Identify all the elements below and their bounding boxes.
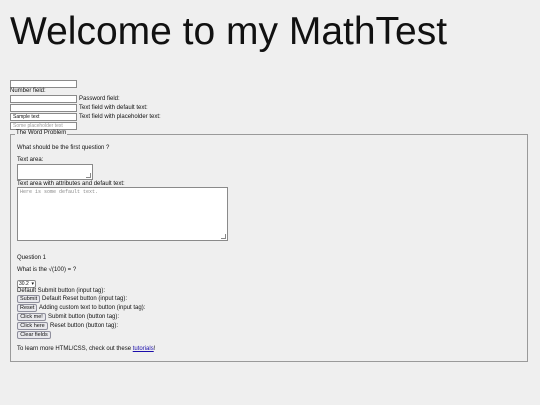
reset-button-tag-label: Reset button (button tag): — [50, 323, 119, 329]
resize-grip-icon[interactable] — [221, 234, 226, 239]
number-field-label: Number field: — [10, 88, 46, 94]
text-placeholder-label: Text field with placeholder text: — [79, 114, 161, 120]
text-area-label: Text area: — [17, 157, 44, 163]
answer-select[interactable]: 30.2 ▾ — [17, 280, 36, 288]
text-default-field[interactable]: Sample text — [10, 113, 77, 121]
text-placeholder-field[interactable]: Some placeholder text — [10, 122, 77, 130]
submit-button-tag-label: Submit button (button tag): — [48, 314, 120, 320]
question-text: What is the √(100) = ? — [17, 267, 77, 273]
learn-more-text: To learn more HTML/CSS, check out these … — [17, 346, 155, 353]
number-field[interactable] — [10, 80, 77, 88]
chevron-down-icon: ▾ — [31, 281, 34, 287]
learn-more-suffix: ! — [153, 346, 156, 352]
first-question-text: What should be the first question ? — [17, 145, 110, 151]
default-reset-label: Default Reset button (input tag): — [42, 296, 128, 302]
text-area-with-default[interactable]: Here is some default text. — [17, 187, 228, 241]
tutorials-link[interactable]: tutorials — [133, 346, 154, 352]
clear-fields-button[interactable]: Clear fields — [17, 331, 51, 339]
learn-more-prefix: To learn more HTML/CSS, check out these — [17, 346, 133, 352]
page-title: Welcome to my MathTest — [10, 10, 448, 53]
text-field[interactable] — [10, 104, 77, 112]
custom-reset-label: Adding custom text to button (input tag)… — [39, 305, 146, 311]
answer-select-value: 30.2 — [19, 281, 29, 287]
text-default-label: Text field with default text: — [79, 105, 148, 111]
word-problem-legend: The Word Problem — [15, 130, 68, 137]
click-here-button[interactable]: Click here — [17, 322, 48, 330]
submit-button[interactable]: Submit — [17, 295, 40, 303]
question-heading: Question 1 — [17, 255, 47, 261]
click-me-button[interactable]: Click me! — [17, 313, 46, 321]
default-submit-label: Default Submit button (input tag): — [17, 288, 106, 294]
password-field[interactable] — [10, 95, 77, 103]
reset-button[interactable]: Reset — [17, 304, 37, 312]
password-field-label: Password field: — [79, 96, 120, 102]
resize-grip-icon[interactable] — [86, 173, 91, 178]
text-area[interactable] — [17, 164, 93, 180]
text-area-default-text: Here is some default text. — [20, 189, 99, 195]
